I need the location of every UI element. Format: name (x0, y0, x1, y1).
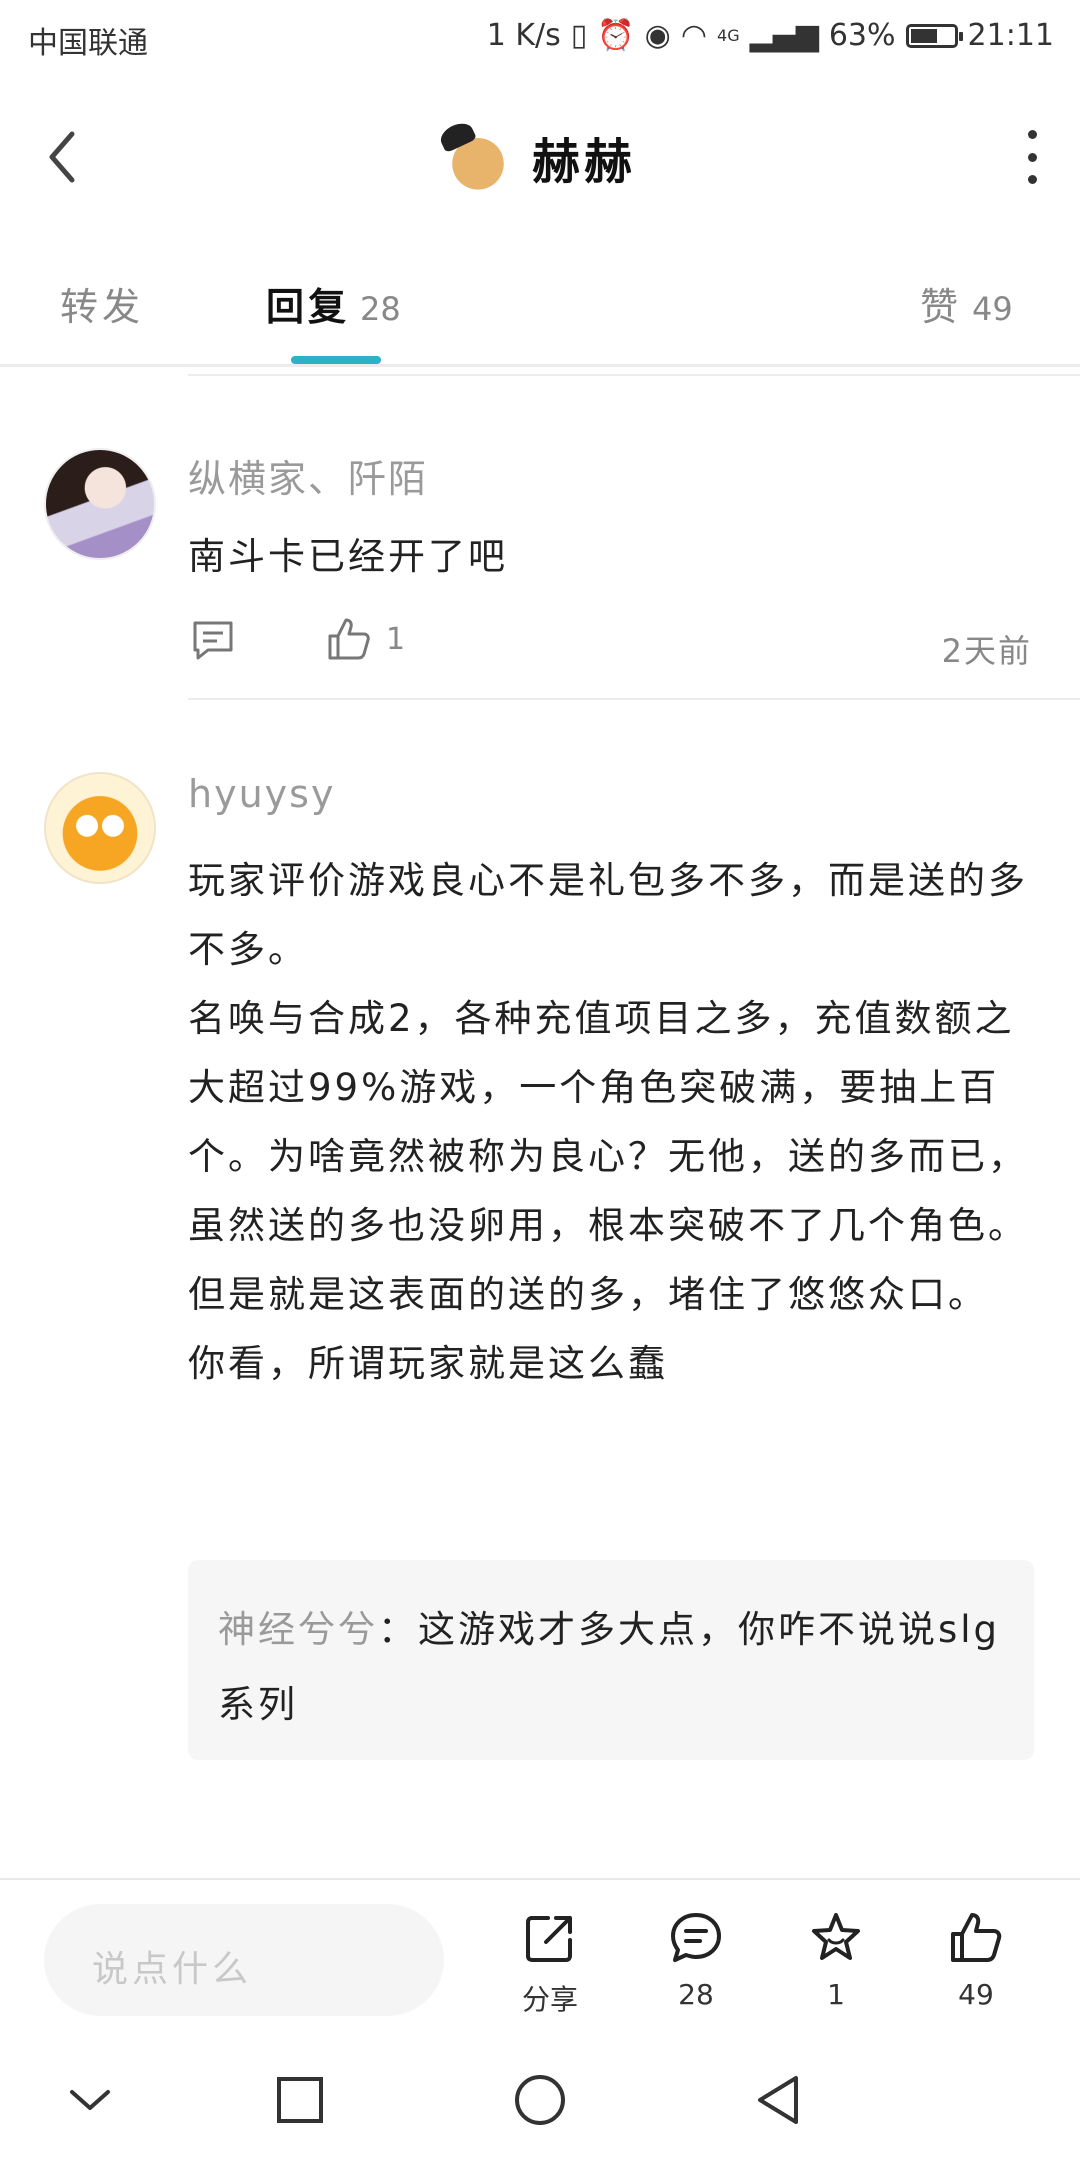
more-options-button[interactable] (1014, 130, 1050, 184)
share-icon (526, 1916, 572, 1962)
input-placeholder: 说点什么 (92, 1949, 253, 1990)
tab-count: 49 (972, 290, 1013, 328)
comment-time: 2天前 (941, 632, 1032, 670)
square-icon (277, 2077, 323, 2123)
like-count: 1 (386, 621, 406, 657)
alarm-icon: ⏰ (597, 18, 635, 53)
tab-label: 回复 (266, 285, 351, 329)
thumbs-up-icon (328, 618, 370, 660)
comment-author[interactable]: hyuysy (188, 772, 335, 816)
carrier-name: 中国联通 (28, 26, 148, 61)
triangle-back-icon (758, 2076, 798, 2124)
comment-icon (193, 621, 233, 660)
network-type: 4G (717, 26, 740, 45)
tab-label: 转发 (60, 285, 145, 329)
wifi-icon: ◠ (680, 18, 708, 53)
tab-repost[interactable]: 转发 (60, 276, 144, 331)
eye-icon: ◉ (644, 18, 671, 53)
battery-fill (910, 28, 937, 43)
favorite-button[interactable]: 1 (776, 1910, 896, 2011)
more-dot (1027, 130, 1037, 139)
comment-author[interactable]: 纵横家、阡陌 (188, 448, 428, 503)
page-title: 赫赫 (531, 134, 636, 190)
signal-icon: ▂▄▆ (749, 18, 819, 53)
divider (188, 374, 1080, 376)
nav-home-button[interactable] (510, 2070, 570, 2130)
status-icons: 1 K/s ▯ ⏰ ◉ ◠ 4G ▂▄▆ 63% 21:11 (487, 18, 1054, 53)
nav-collapse-button[interactable] (60, 2070, 120, 2130)
more-dot (1027, 175, 1037, 184)
thumbs-up-icon (951, 1913, 1002, 1962)
comment-button[interactable]: 28 (636, 1910, 756, 2011)
share-label: 分享 (521, 1983, 578, 2016)
favorite-count: 1 (827, 1978, 845, 2011)
tab-count: 28 (360, 290, 401, 328)
tab-indicator (291, 356, 381, 364)
like-count: 49 (958, 1978, 994, 2011)
divider (0, 1878, 1080, 1880)
tab-label: 赞 (920, 285, 963, 329)
avatar[interactable] (44, 448, 156, 560)
battery-icon (905, 23, 963, 48)
comment-text: 南斗卡已经开了吧 (188, 535, 508, 578)
status-bar: 中国联通 1 K/s ▯ ⏰ ◉ ◠ 4G ▂▄▆ 63% 21:11 (0, 0, 1080, 76)
comment-bubble-icon (671, 1913, 721, 1962)
comment-count: 28 (678, 1978, 714, 2011)
divider (188, 698, 1080, 700)
comment-input[interactable]: 说点什么 (44, 1904, 444, 2016)
author-avatar[interactable] (443, 123, 512, 191)
tab-likes[interactable]: 赞 49 (920, 276, 1013, 331)
tab-replies[interactable]: 回复 28 (266, 276, 401, 331)
comment-text: 玩家评价游戏良心不是礼包多不多，而是送的多不多。 名唤与合成2，各种充值项目之多… (188, 859, 1028, 1385)
nav-back-button[interactable] (750, 2070, 810, 2130)
more-dot (1027, 152, 1037, 162)
clock: 21:11 (967, 18, 1054, 53)
divider (0, 364, 1080, 367)
circle-icon (515, 2075, 565, 2125)
reply-comment-button[interactable] (190, 618, 236, 668)
chevron-down-icon (70, 2090, 110, 2110)
network-speed: 1 K/s (486, 18, 561, 53)
nav-recents-button[interactable] (270, 2070, 330, 2130)
reply-separator: ： (378, 1608, 418, 1651)
reply-author[interactable]: 神经兮兮 (218, 1608, 378, 1651)
like-comment-button[interactable]: 1 (326, 616, 405, 662)
vibrate-icon: ▯ (570, 18, 588, 53)
nested-reply: 神经兮兮：这游戏才多大点，你咋不说说slg系列 (218, 1592, 1008, 1742)
header-title-group: 赫赫 (0, 122, 1080, 192)
star-icon (812, 1913, 860, 1960)
share-button[interactable]: 分享 (490, 1910, 610, 2018)
like-button[interactable]: 49 (916, 1910, 1036, 2011)
battery-percent: 63% (828, 18, 896, 53)
avatar[interactable] (44, 772, 156, 884)
